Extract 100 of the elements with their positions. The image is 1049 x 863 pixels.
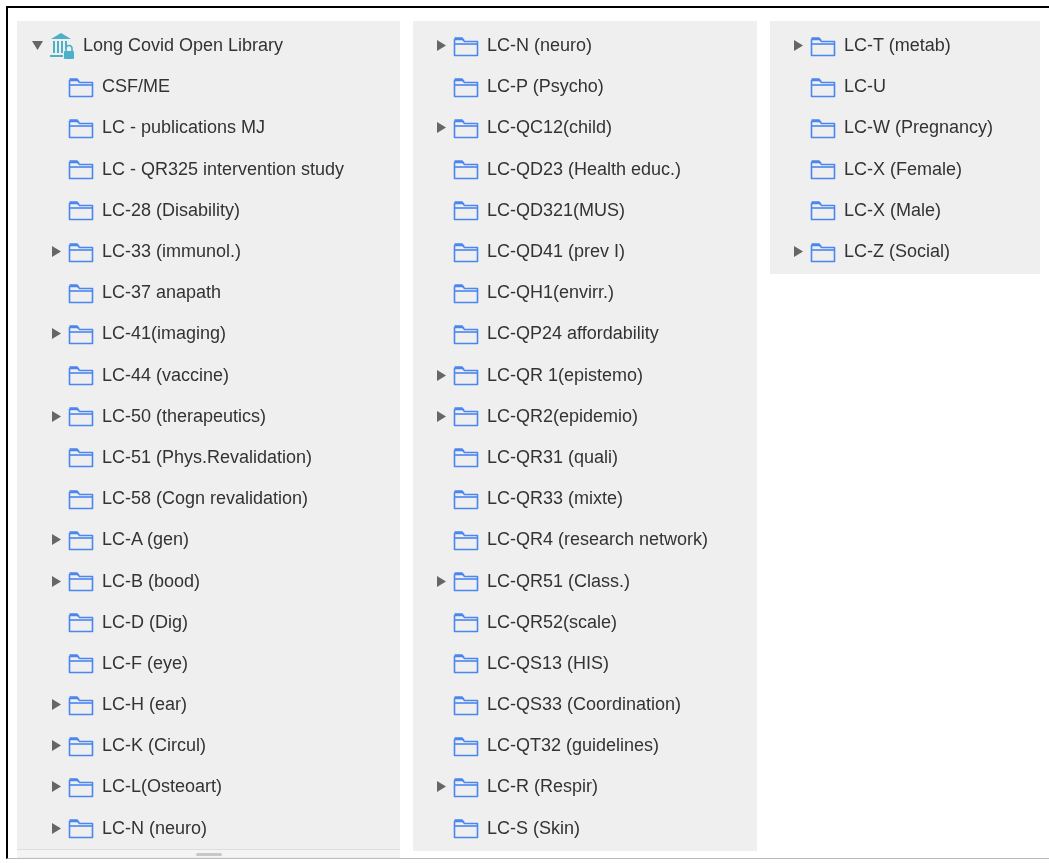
folder-item[interactable]: LC-L(Osteoart) [17, 766, 400, 808]
folder-item[interactable]: LC-QR52(scale) [413, 601, 757, 643]
folder-item[interactable]: LC-QS33 (Coordination) [413, 684, 757, 726]
folder-label: LC - publications MJ [102, 117, 266, 139]
folder-item[interactable]: LC-QD321(MUS) [413, 189, 757, 231]
expand-caret-icon[interactable] [51, 575, 61, 587]
expand-caret-icon[interactable] [436, 410, 446, 422]
folder-icon [453, 75, 479, 98]
folder-icon [453, 693, 479, 716]
folder-item[interactable]: LC-X (Female) [770, 148, 1040, 190]
folder-item[interactable]: LC-QS13 (HIS) [413, 642, 757, 684]
folder-icon [453, 446, 479, 469]
expand-caret-icon[interactable] [793, 40, 803, 52]
folder-item[interactable]: LC-51 (Phys.Revalidation) [17, 436, 400, 479]
expand-caret-icon[interactable] [51, 781, 61, 793]
folder-item[interactable]: LC-F (eye) [17, 642, 400, 684]
folder-item[interactable]: LC-A (gen) [17, 519, 400, 561]
folder-icon [68, 817, 94, 840]
folder-icon [68, 75, 94, 98]
folder-icon [810, 240, 836, 263]
folder-icon [453, 570, 479, 593]
folder-label: LC-44 (vaccine) [102, 364, 230, 386]
folder-item[interactable]: LC-N (neuro) [17, 807, 400, 849]
folder-label: LC-QD321(MUS) [487, 199, 626, 221]
folder-item[interactable]: LC-QH1(envirr.) [413, 272, 757, 314]
folder-icon [810, 34, 836, 57]
folder-label: LC-QC12(child) [487, 117, 613, 139]
folder-label: LC-QP24 affordability [487, 323, 659, 345]
folder-item[interactable]: LC-58 (Cogn revalidation) [17, 478, 400, 520]
folder-item[interactable]: LC-37 anapath [17, 272, 400, 314]
folder-item[interactable]: LC-S (Skin) [413, 807, 757, 849]
folder-item[interactable]: LC-W (Pregnancy) [770, 107, 1040, 149]
expand-caret-icon[interactable] [436, 122, 446, 134]
folder-item[interactable]: LC-QD41 (prev I) [413, 230, 757, 273]
folder-label: LC-QR33 (mixte) [487, 488, 624, 510]
folder-label: LC-U [844, 76, 886, 98]
folder-item[interactable]: LC-QP24 affordability [413, 313, 757, 355]
folder-icon [68, 364, 94, 387]
folder-item[interactable]: LC - QR325 intervention study [17, 148, 400, 190]
folder-item[interactable]: LC-K (Circul) [17, 725, 400, 767]
folder-icon [453, 322, 479, 345]
folder-item[interactable]: LC-H (ear) [17, 684, 400, 726]
folder-icon [68, 611, 94, 634]
library-item[interactable]: Long Covid Open Library [17, 25, 400, 67]
folder-label: LC-H (ear) [102, 694, 187, 716]
folder-item[interactable]: LC-QR31 (quali) [413, 436, 757, 479]
folder-item[interactable]: LC-N (neuro) [413, 25, 757, 67]
folder-item[interactable]: LC-T (metab) [770, 25, 1040, 67]
expand-caret-icon[interactable] [51, 822, 61, 834]
folder-icon [68, 240, 94, 263]
folder-item[interactable]: LC-U [770, 66, 1040, 108]
folder-icon [453, 817, 479, 840]
folder-item[interactable]: LC-41(imaging) [17, 313, 400, 355]
folder-item[interactable]: LC-44 (vaccine) [17, 354, 400, 396]
folder-item[interactable]: LC-QR 1(epistemo) [413, 354, 757, 396]
folder-item[interactable]: LC-P (Psycho) [413, 66, 757, 108]
folder-icon [453, 405, 479, 428]
folder-icon [453, 34, 479, 57]
folder-label: LC-41(imaging) [102, 323, 227, 345]
collapse-caret-icon[interactable] [31, 41, 43, 51]
folder-icon [68, 528, 94, 551]
folder-label: LC-N (neuro) [102, 817, 208, 839]
expand-caret-icon[interactable] [436, 781, 446, 793]
folder-item[interactable]: LC-B (bood) [17, 560, 400, 602]
folder-label: LC-QR2(epidemio) [487, 405, 639, 427]
folder-item[interactable]: LC-QR4 (research network) [413, 519, 757, 561]
folder-item[interactable]: LC-QR33 (mixte) [413, 478, 757, 520]
folder-item[interactable]: LC-D (Dig) [17, 601, 400, 643]
folder-label: LC-QD41 (prev I) [487, 241, 626, 263]
folder-icon [453, 611, 479, 634]
expand-caret-icon[interactable] [793, 246, 803, 258]
folder-item[interactable]: LC-QR2(epidemio) [413, 395, 757, 437]
expand-caret-icon[interactable] [51, 699, 61, 711]
folder-item[interactable]: LC-Z (Social) [770, 230, 1040, 273]
folder-item[interactable]: LC-QR51 (Class.) [413, 560, 757, 602]
expand-caret-icon[interactable] [436, 575, 446, 587]
folder-item[interactable]: LC-28 (Disability) [17, 189, 400, 231]
folder-item[interactable]: LC-QT32 (guidelines) [413, 725, 757, 767]
folder-icon [68, 322, 94, 345]
folder-item[interactable]: LC-R (Respir) [413, 766, 757, 808]
folder-item[interactable]: LC-QD23 (Health educ.) [413, 148, 757, 190]
folder-item[interactable]: LC-X (Male) [770, 189, 1040, 231]
expand-caret-icon[interactable] [51, 246, 61, 258]
expand-caret-icon[interactable] [436, 369, 446, 381]
folder-item[interactable]: LC-33 (immunol.) [17, 230, 400, 273]
folder-icon [453, 487, 479, 510]
folder-icon [68, 446, 94, 469]
folder-icon [68, 281, 94, 304]
expand-caret-icon[interactable] [51, 534, 61, 546]
folder-label: LC-QR52(scale) [487, 611, 618, 633]
expand-caret-icon[interactable] [436, 40, 446, 52]
folder-item[interactable]: CSF/ME [17, 66, 400, 108]
expand-caret-icon[interactable] [51, 410, 61, 422]
folder-item[interactable]: LC - publications MJ [17, 107, 400, 149]
folder-item[interactable]: LC-QC12(child) [413, 107, 757, 149]
expand-caret-icon[interactable] [51, 328, 61, 340]
folder-label: LC-P (Psycho) [487, 76, 604, 98]
resize-handle[interactable] [195, 852, 222, 856]
expand-caret-icon[interactable] [51, 740, 61, 752]
folder-item[interactable]: LC-50 (therapeutics) [17, 395, 400, 437]
